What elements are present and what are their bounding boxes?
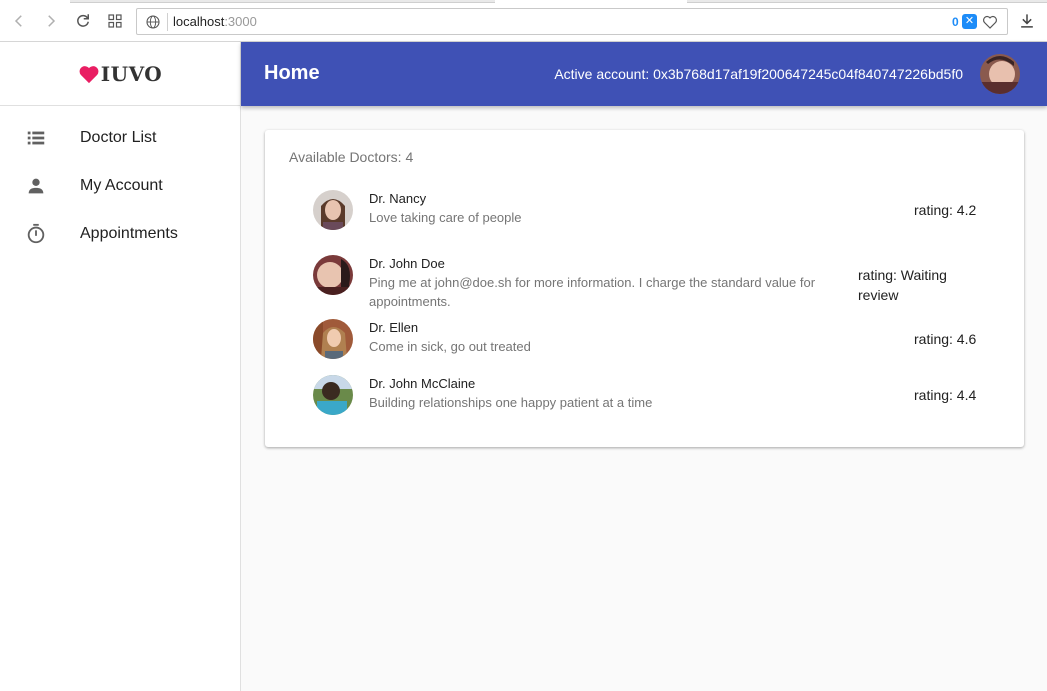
reload-button[interactable] (72, 10, 94, 32)
sidebar-item-appointments[interactable]: Appointments (0, 210, 240, 258)
sidebar-item-my-account[interactable]: My Account (0, 162, 240, 210)
url-host: localhost (173, 14, 225, 29)
doctor-rating: rating: 4.6 (914, 331, 977, 347)
avatar (313, 375, 353, 415)
avatar[interactable] (980, 54, 1020, 94)
doctor-rating: rating: 4.4 (914, 387, 977, 403)
globe-icon (146, 15, 160, 29)
person-icon (0, 175, 80, 197)
doctor-text: Dr. Ellen Come in sick, go out treated (369, 319, 829, 356)
doctor-text: Dr. John McClaine Building relationships… (369, 375, 829, 412)
doctor-text: Dr. Nancy Love taking care of people (369, 190, 829, 227)
doctor-name: Dr. John Doe (369, 256, 445, 271)
list-icon (0, 127, 80, 149)
doctor-description: Building relationships one happy patient… (369, 395, 653, 410)
heart-logo-icon (79, 65, 99, 83)
extension-icon[interactable]: ✕ (962, 14, 977, 29)
doctor-rating: rating: 4.2 (914, 202, 977, 218)
download-icon[interactable] (1017, 11, 1037, 31)
back-arrow-icon (14, 15, 22, 27)
list-item[interactable]: Dr. Ellen Come in sick, go out treated r… (313, 319, 983, 359)
doctor-description: Love taking care of people (369, 210, 522, 225)
browser-toolbar: localhost:3000 0 ✕ (0, 0, 1047, 42)
sidebar: IUVO Doctor List My Account Appointments (0, 42, 241, 691)
doctor-count: Available Doctors: 4 (289, 149, 414, 165)
sidebar-item-label: Appointments (80, 225, 178, 242)
list-item[interactable]: Dr. John Doe Ping me at john@doe.sh for … (313, 255, 983, 311)
avatar (313, 319, 353, 359)
app-logo[interactable]: IUVO (78, 62, 162, 86)
sidebar-item-doctor-list[interactable]: Doctor List (0, 114, 240, 162)
url-text[interactable]: localhost:3000 (173, 14, 257, 29)
sidebar-item-label: My Account (80, 177, 163, 194)
doctor-text: Dr. John Doe Ping me at john@doe.sh for … (369, 255, 829, 311)
active-account-text: Active account: 0x3b768d17af19f200647245… (554, 66, 963, 82)
forward-button[interactable] (40, 10, 62, 32)
doctor-description: Ping me at john@doe.sh for more informat… (369, 275, 816, 309)
background-tab[interactable] (687, 0, 1047, 3)
reload-icon (77, 14, 89, 27)
back-button[interactable] (8, 10, 30, 32)
logo-text: IUVO (100, 61, 163, 86)
address-bar[interactable]: localhost:3000 0 ✕ (136, 8, 1008, 35)
logo-area: IUVO (0, 42, 240, 106)
timer-icon (0, 223, 80, 245)
doctor-name: Dr. Nancy (369, 191, 427, 206)
bookmark-heart-icon[interactable] (981, 13, 999, 31)
list-item[interactable]: Dr. John McClaine Building relationships… (313, 375, 983, 415)
avatar (313, 255, 353, 295)
app-bar: Home Active account: 0x3b768d17af19f2006… (241, 42, 1047, 106)
doctor-description: Come in sick, go out treated (369, 339, 531, 354)
forward-arrow-icon (48, 15, 56, 27)
url-port: :3000 (224, 14, 257, 29)
nav-list: Doctor List My Account Appointments (0, 106, 240, 258)
tab-strip (0, 0, 1047, 3)
list-item[interactable]: Dr. Nancy Love taking care of people rat… (313, 190, 983, 230)
doctor-rating: rating: Waiting review (858, 267, 947, 303)
grid-icon (108, 14, 122, 28)
doctors-card: Available Doctors: 4 Dr. Nancy Love taki… (265, 130, 1024, 447)
doctor-name: Dr. Ellen (369, 320, 419, 335)
sidebar-item-label: Doctor List (80, 129, 157, 146)
avatar (313, 190, 353, 230)
page-title: Home (264, 62, 320, 84)
background-tab[interactable] (70, 0, 495, 3)
doctor-name: Dr. John McClaine (369, 376, 476, 391)
address-separator (167, 13, 168, 31)
extension-count: 0 (952, 15, 959, 29)
speed-dial-button[interactable] (104, 10, 126, 32)
